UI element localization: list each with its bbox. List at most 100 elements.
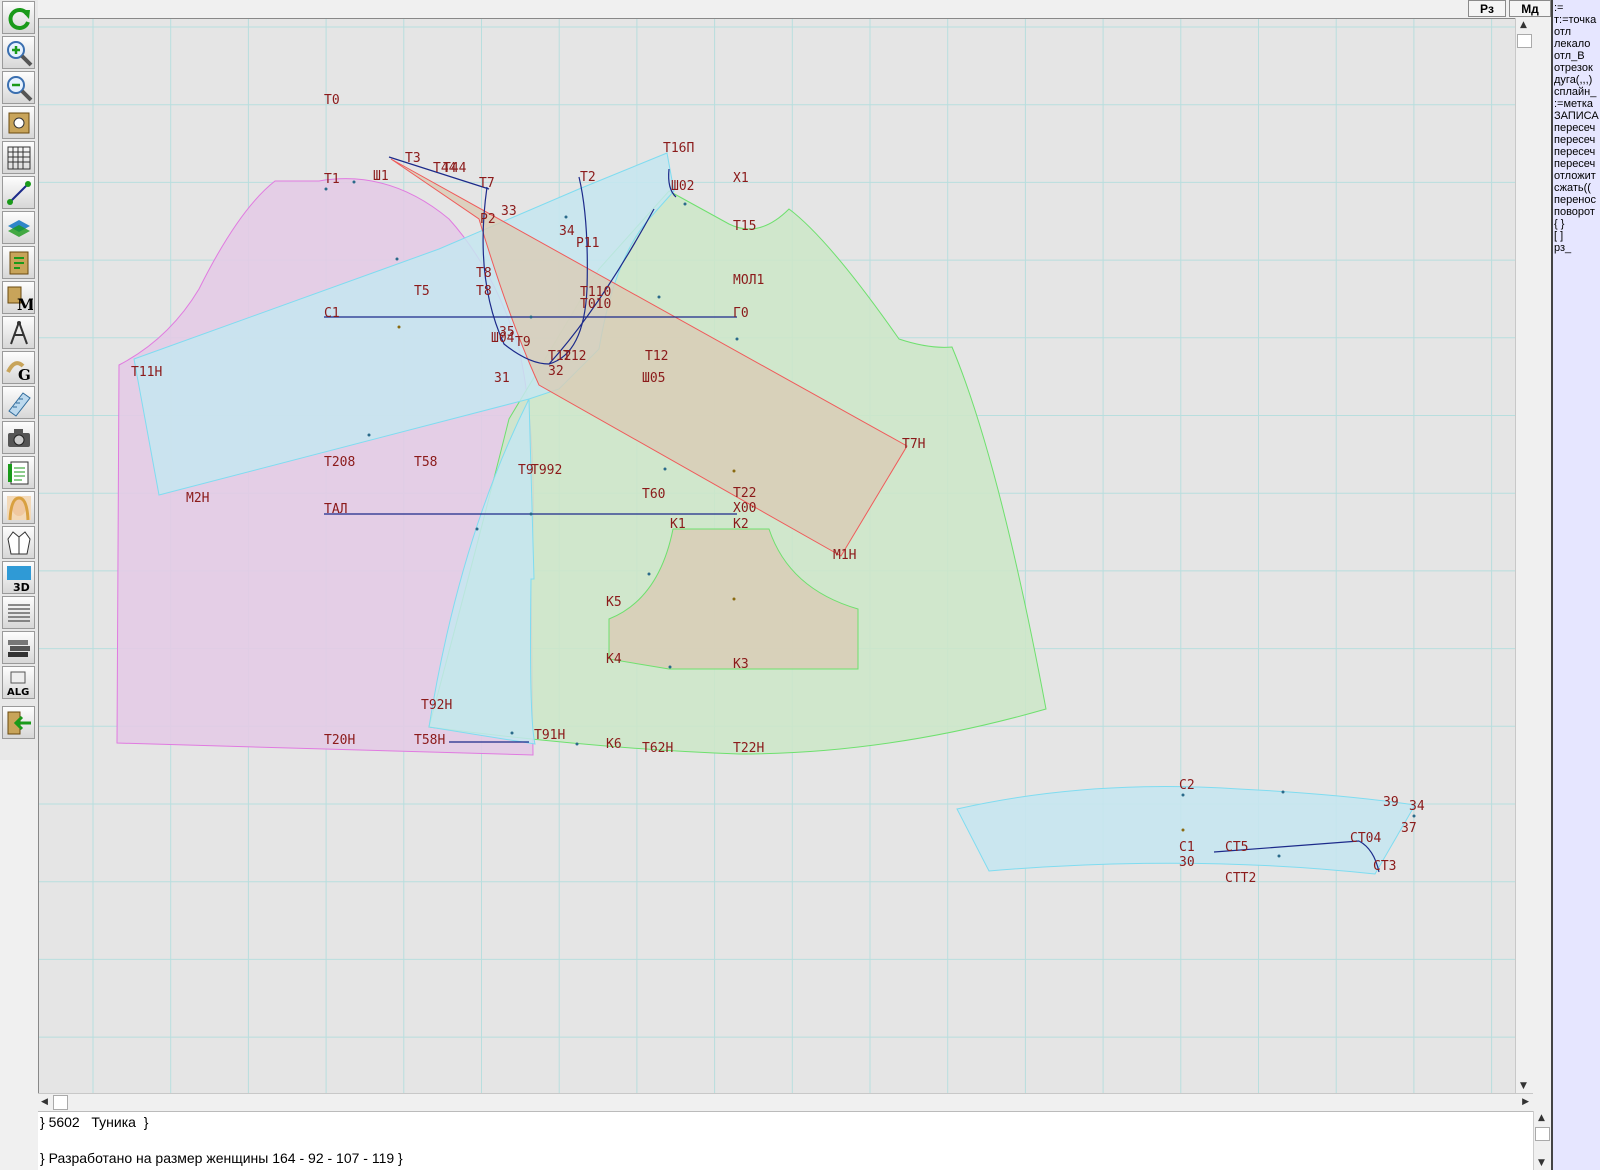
piece-button[interactable] (2, 246, 35, 279)
zoom-in-button[interactable] (2, 36, 35, 69)
function-item[interactable]: пересеч (1554, 122, 1600, 134)
svg-text:3D: 3D (13, 581, 30, 592)
function-item[interactable]: рз_ (1554, 242, 1600, 254)
function-item[interactable]: отл_В (1554, 50, 1600, 62)
point-label: СТТ2 (1225, 871, 1256, 886)
md-button[interactable]: Мд (1509, 0, 1551, 17)
g-tool-button[interactable]: G (2, 351, 35, 384)
point-label: К1 (670, 517, 686, 532)
function-item[interactable]: пересеч (1554, 146, 1600, 158)
function-item[interactable]: :=метка (1554, 98, 1600, 110)
lines-button[interactable] (2, 596, 35, 629)
point-label: 32 (548, 364, 564, 379)
scroll-thumb[interactable] (1517, 34, 1532, 48)
function-item[interactable]: лекало (1554, 38, 1600, 50)
function-item[interactable]: т:=точка (1554, 14, 1600, 26)
notepad-icon (8, 461, 29, 485)
function-item[interactable]: пересеч (1554, 158, 1600, 170)
point-label: Т22 (733, 486, 756, 501)
grid-button[interactable] (2, 141, 35, 174)
point-label: 30 (1179, 855, 1195, 870)
scroll-left-icon[interactable]: ◀ (41, 1097, 48, 1107)
function-list[interactable]: := т:=точка отл лекало отл_В отрезок дуга(,,,)… (1551, 0, 1600, 1170)
pattern-view-button[interactable] (2, 106, 35, 139)
scroll-up-icon[interactable]: ▲ (1538, 1113, 1545, 1123)
point-label: 33 (501, 204, 517, 219)
scroll-thumb[interactable] (1535, 1127, 1550, 1141)
m-tool-button[interactable]: M (2, 281, 35, 314)
grid-icon (7, 146, 31, 170)
exit-button[interactable] (2, 706, 35, 739)
point-label: Т7Н (902, 437, 925, 452)
rz-button[interactable]: Рз (1468, 0, 1506, 17)
point-label: 31 (494, 371, 510, 386)
function-item[interactable]: { } (1554, 218, 1600, 230)
3d-icon: 3D (7, 566, 31, 592)
function-item[interactable]: := (1554, 2, 1600, 14)
g-tool-icon: G (6, 361, 31, 382)
garment-button[interactable] (2, 526, 35, 559)
point-label: Т992 (531, 463, 562, 478)
point-label: Т20Н (324, 733, 355, 748)
point-label: Т62Н (642, 741, 673, 756)
function-item[interactable]: ЗАПИСА (1554, 110, 1600, 122)
point-label: Т15 (733, 219, 756, 234)
layers-stack-button[interactable] (2, 631, 35, 664)
point-label: СТ5 (1225, 840, 1248, 855)
alg-icon: ALG (7, 671, 29, 697)
point-label: Т0 (324, 93, 340, 108)
point-label: Т16П (663, 141, 694, 156)
function-item[interactable]: отл (1554, 26, 1600, 38)
3d-button[interactable]: 3D (2, 561, 35, 594)
text-scrollbar[interactable]: ▲ ▼ (1533, 1111, 1551, 1170)
line-tool-icon (7, 181, 31, 205)
camera-icon (8, 429, 30, 447)
function-item[interactable]: поворот (1554, 206, 1600, 218)
function-item[interactable]: пересеч (1554, 134, 1600, 146)
layer-button[interactable] (2, 211, 35, 244)
point-label: К4 (606, 652, 622, 667)
point-label: МОЛ1 (733, 273, 764, 288)
vertical-scrollbar[interactable]: ▲ ▼ (1515, 18, 1533, 1093)
sheet-icon (8, 392, 31, 417)
model-photo-icon (7, 496, 31, 521)
point-label: Т91Н (534, 728, 565, 743)
point-label: Т58 (414, 455, 437, 470)
point-label: М2Н (186, 491, 209, 506)
function-item[interactable]: сплайн_ (1554, 86, 1600, 98)
drawing-canvas[interactable]: Т0 Т1 Ш1 Т3 Т44 Т44 Т7 Р2 33 34 Р11 Т2 Т… (38, 18, 1533, 1093)
m-tool-icon: M (7, 286, 33, 312)
lines-icon (8, 604, 30, 622)
point-label: Х00 (733, 501, 756, 516)
compass-button[interactable] (2, 316, 35, 349)
point-label: Т8 (476, 266, 492, 281)
zoom-out-button[interactable] (2, 71, 35, 104)
point-label: Х1 (733, 171, 749, 186)
model-photo-button[interactable] (2, 491, 35, 524)
scroll-thumb[interactable] (53, 1095, 68, 1110)
function-item[interactable]: дуга(,,,) (1554, 74, 1600, 86)
function-item[interactable]: [ ] (1554, 230, 1600, 242)
function-item[interactable]: сжать(( (1554, 182, 1600, 194)
refresh-button[interactable] (2, 1, 35, 34)
scroll-up-icon[interactable]: ▲ (1520, 20, 1527, 30)
function-item[interactable]: отложит (1554, 170, 1600, 182)
point-label: Т3 (405, 151, 421, 166)
point-label: 37 (1401, 821, 1417, 836)
exit-icon (7, 711, 31, 735)
function-item[interactable]: перенос (1554, 194, 1600, 206)
camera-button[interactable] (2, 421, 35, 454)
text-line-1: } 5602 Туника } (40, 1114, 149, 1130)
sheet-button[interactable] (2, 386, 35, 419)
scroll-right-icon[interactable]: ▶ (1522, 1097, 1529, 1107)
horizontal-scrollbar[interactable]: ◀ ▶ (38, 1093, 1533, 1111)
function-item[interactable]: отрезок (1554, 62, 1600, 74)
alg-button[interactable]: ALG (2, 666, 35, 699)
text-panel[interactable]: } 5602 Туника } } Разработано на размер … (38, 1111, 1533, 1170)
point-label: К6 (606, 737, 622, 752)
notepad-button[interactable] (2, 456, 35, 489)
svg-text:ALG: ALG (7, 687, 29, 697)
scroll-down-icon[interactable]: ▼ (1520, 1081, 1527, 1091)
line-tool-button[interactable] (2, 176, 35, 209)
scroll-down-icon[interactable]: ▼ (1538, 1158, 1545, 1168)
